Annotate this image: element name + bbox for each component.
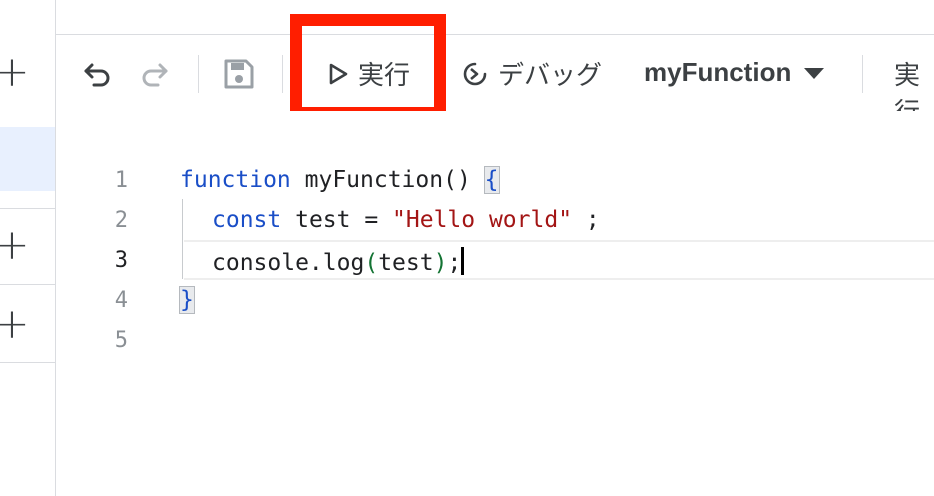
left-sidebar: + + + (0, 0, 56, 496)
redo-icon (142, 63, 168, 87)
keyword: function (180, 167, 291, 193)
line-number: 2 (114, 208, 128, 233)
line-number-active: 3 (114, 248, 128, 273)
keyword: const (212, 207, 282, 233)
sidebar-selected-item[interactable] (0, 127, 55, 191)
code-line-4: } (179, 286, 195, 314)
text-caret (461, 247, 465, 275)
debug-button[interactable]: デバッグ (460, 55, 602, 92)
code-line-3: console.log(test); (212, 247, 465, 276)
line-number: 5 (114, 328, 128, 353)
matching-brace: { (483, 166, 500, 194)
highlight-box (290, 14, 446, 119)
function-select-value: myFunction (644, 57, 792, 87)
indent-guide (182, 199, 183, 279)
code-line-2: const test = "Hello world" ; (212, 207, 600, 233)
line-number: 1 (114, 168, 128, 193)
debug-icon (463, 62, 487, 85)
function-select[interactable]: myFunction (644, 57, 827, 88)
code-text: test (378, 250, 434, 276)
code-text: ; (572, 207, 600, 233)
string-literal: "Hello world" (392, 207, 573, 233)
code-text: ; (447, 250, 462, 276)
add-library-button[interactable]: + (0, 224, 32, 266)
toolbar-divider (198, 55, 199, 93)
save-icon (224, 59, 254, 89)
paren: ) (433, 250, 448, 276)
matching-brace: } (179, 286, 195, 314)
sidebar-divider (0, 284, 55, 285)
add-file-button[interactable]: + (0, 51, 32, 93)
code-text: console.log (212, 250, 365, 276)
line-number: 4 (114, 288, 128, 313)
debug-label: デバッグ (498, 61, 603, 91)
paren: ( (364, 250, 379, 276)
code-text: test = (281, 207, 393, 233)
save-button[interactable] (222, 57, 256, 91)
caret-down-icon (804, 67, 825, 79)
undo-button[interactable] (82, 57, 114, 89)
undo-icon (84, 63, 110, 87)
code-editor[interactable]: 1 2 3 4 5 function myFunction() { const … (56, 111, 934, 496)
redo-button[interactable] (138, 57, 170, 89)
add-service-button[interactable]: + (0, 303, 32, 345)
toolbar-divider (862, 55, 863, 93)
code-text: myFunction() (290, 167, 485, 193)
editor-toolbar: 実行 デバッグ myFunction 実行 (56, 34, 934, 128)
code-line-1: function myFunction() { (180, 166, 500, 194)
sidebar-divider (0, 208, 55, 209)
toolbar-divider (282, 55, 283, 93)
sidebar-divider (0, 362, 55, 363)
